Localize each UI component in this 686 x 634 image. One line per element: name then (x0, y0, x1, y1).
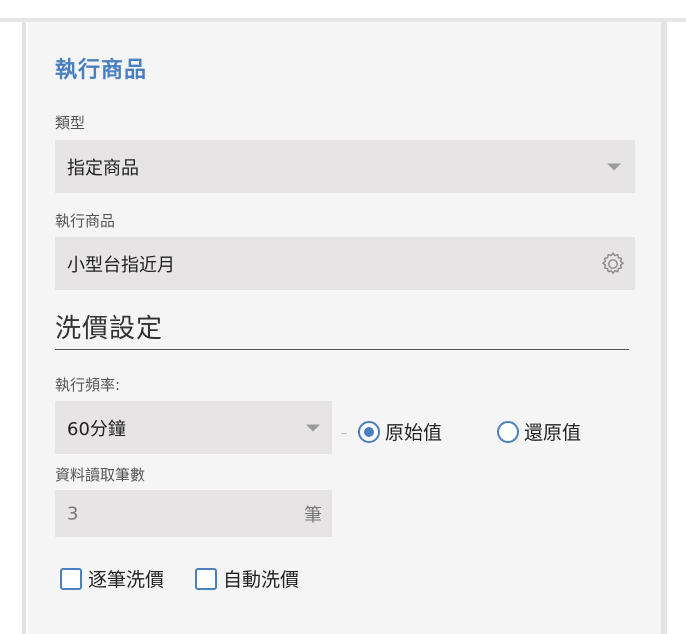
frequency-select[interactable]: 60分鐘 (55, 401, 332, 454)
radio-unchecked-icon (497, 420, 519, 443)
type-label: 類型 (55, 114, 86, 132)
product-field[interactable]: 小型台指近月 (55, 237, 635, 290)
checkbox-icon (60, 567, 82, 590)
data-count-value: 3 (67, 503, 79, 524)
checkbox-auto-wash-label: 自動洗價 (223, 569, 300, 591)
product-label: 執行商品 (55, 212, 116, 230)
right-divider (661, 22, 667, 634)
data-count-input[interactable]: 3 筆 (55, 490, 332, 537)
chevron-down-icon (306, 424, 320, 431)
radio-restored-value[interactable]: 還原值 (497, 418, 581, 445)
data-count-unit: 筆 (304, 504, 322, 526)
data-count-label: 資料讀取筆數 (55, 466, 146, 484)
checkbox-tick-wash-label: 逐筆洗價 (88, 569, 165, 591)
checkbox-icon (195, 567, 217, 590)
radio-original-value[interactable]: 原始值 (358, 418, 442, 445)
frequency-select-value: 60分鐘 (67, 418, 126, 440)
panel-heading: 執行商品 (55, 58, 148, 83)
section-divider (55, 349, 629, 350)
product-field-value: 小型台指近月 (67, 254, 175, 276)
checkbox-auto-wash[interactable]: 自動洗價 (195, 565, 299, 592)
radio-restored-label: 還原值 (524, 422, 582, 444)
top-bar (0, 0, 686, 22)
gear-icon[interactable] (599, 250, 627, 278)
chevron-down-icon (607, 163, 621, 170)
settings-panel: 執行商品 類型 指定商品 執行商品 小型台指近月 洗價設定 執行頻率: 60分鐘… (28, 22, 661, 634)
radio-original-label: 原始值 (385, 422, 443, 444)
frequency-label: 執行頻率: (55, 376, 121, 394)
separator-dash (341, 433, 347, 434)
type-select-value: 指定商品 (67, 157, 139, 179)
wash-settings-title: 洗價設定 (55, 314, 164, 344)
left-divider (22, 22, 26, 634)
page: 執行商品 類型 指定商品 執行商品 小型台指近月 洗價設定 執行頻率: 60分鐘… (0, 22, 686, 634)
checkbox-tick-wash[interactable]: 逐筆洗價 (60, 565, 164, 592)
radio-checked-icon (358, 420, 380, 443)
type-select[interactable]: 指定商品 (55, 140, 635, 193)
